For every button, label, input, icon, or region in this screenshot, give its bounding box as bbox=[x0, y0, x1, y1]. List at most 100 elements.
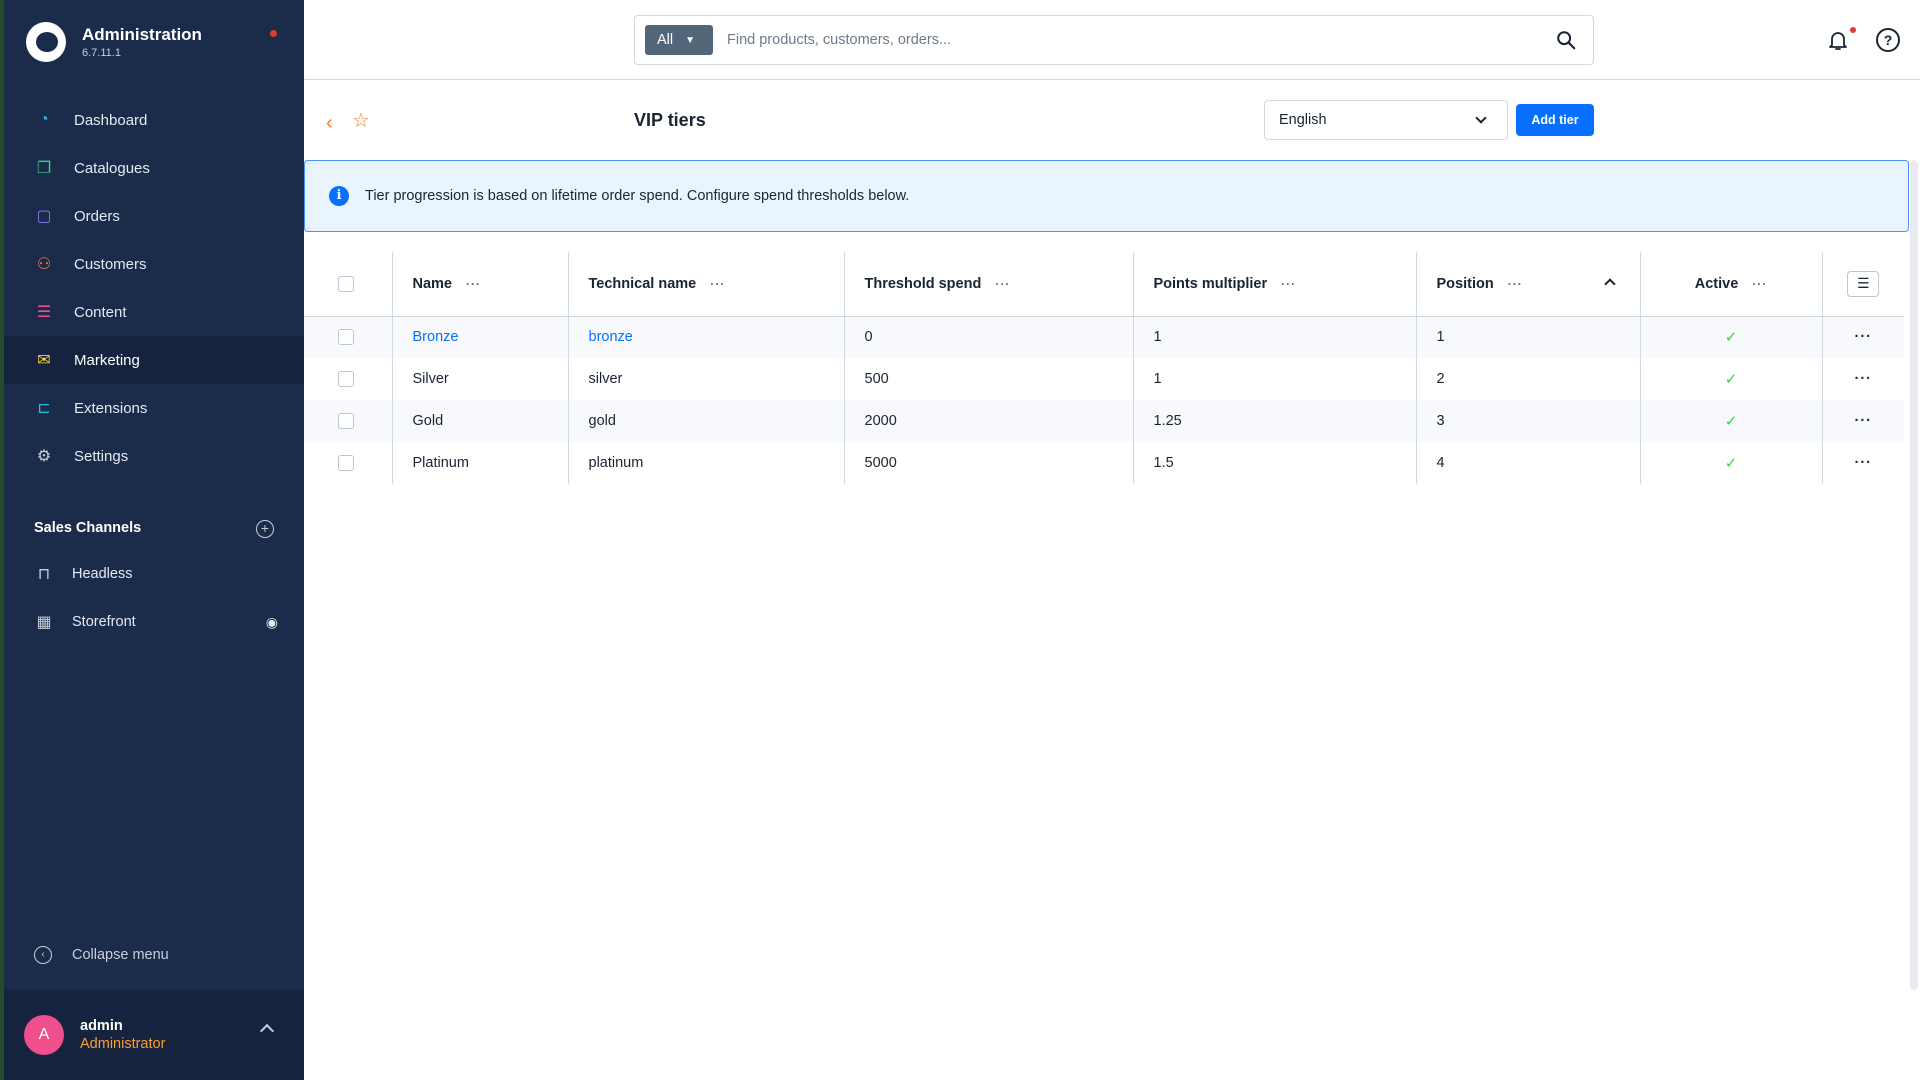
eye-icon[interactable]: ◉ bbox=[266, 614, 278, 631]
column-label: Technical name bbox=[588, 275, 697, 292]
info-icon: i bbox=[329, 186, 349, 206]
table-row[interactable]: Silver silver 500 1 2 ✓ ··· bbox=[304, 358, 1904, 400]
cell-actions: ··· bbox=[1822, 358, 1904, 400]
checkmark-icon: ✓ bbox=[1724, 413, 1738, 430]
notification-dot-icon bbox=[1850, 27, 1856, 33]
tier-name-link[interactable]: Bronze bbox=[413, 329, 459, 345]
sales-channel-storefront[interactable]: ▦ Storefront ◉ bbox=[34, 612, 278, 632]
sales-channel-headless[interactable]: ⊓ Headless bbox=[34, 564, 278, 584]
app-version: 6.7.11.1 bbox=[82, 47, 121, 59]
user-name: admin bbox=[80, 1018, 123, 1034]
nav-item-content[interactable]: ☰ Content bbox=[4, 288, 304, 336]
nav-item-label: Orders bbox=[74, 207, 120, 225]
cell-points-multiplier: 1.25 bbox=[1133, 400, 1417, 442]
technical-name-link[interactable]: bronze bbox=[589, 329, 633, 345]
cell-threshold-spend: 0 bbox=[844, 316, 1134, 358]
cell-active: ✓ bbox=[1640, 358, 1823, 400]
column-header-technical-name[interactable]: Technical name ··· bbox=[568, 252, 845, 316]
brand[interactable]: Administration 6.7.11.1 bbox=[26, 22, 202, 62]
grid-settings-menu-icon[interactable]: ☰ bbox=[1847, 270, 1880, 297]
storefront-icon: ▦ bbox=[36, 614, 52, 631]
vip-tiers-grid: Name ··· Technical name ··· Threshold spen… bbox=[304, 252, 1904, 484]
chevron-down-icon bbox=[1475, 112, 1487, 124]
column-options-icon[interactable]: ··· bbox=[1752, 277, 1767, 291]
column-options-icon[interactable]: ··· bbox=[995, 277, 1010, 291]
sales-channel-label: Storefront bbox=[72, 614, 136, 630]
cell-active: ✓ bbox=[1640, 442, 1823, 484]
add-tier-button[interactable]: Add tier bbox=[1516, 104, 1594, 136]
cell-threshold-spend: 500 bbox=[844, 358, 1134, 400]
select-all-cell bbox=[304, 252, 393, 316]
grid-settings-cell: ☰ bbox=[1822, 252, 1904, 316]
page-title: VIP tiers bbox=[634, 110, 706, 130]
nav-item-label: Customers bbox=[74, 255, 147, 273]
column-header-active[interactable]: Active ··· bbox=[1640, 252, 1823, 316]
nav-item-label: Marketing bbox=[74, 351, 140, 369]
cell-technical-name: bronze bbox=[568, 316, 845, 358]
column-options-icon[interactable]: ··· bbox=[710, 277, 725, 291]
table-row[interactable]: Gold gold 2000 1.25 3 ✓ ··· bbox=[304, 400, 1904, 442]
language-select-value: English bbox=[1279, 112, 1327, 128]
row-checkbox[interactable] bbox=[338, 329, 354, 346]
nav-item-dashboard[interactable]: ◔ Dashboard bbox=[4, 96, 304, 144]
search-input[interactable] bbox=[727, 20, 1547, 60]
row-select-cell bbox=[304, 442, 393, 484]
nav-item-extensions[interactable]: ⊏ Extensions bbox=[4, 384, 304, 432]
nav-item-orders[interactable]: ▢ Orders bbox=[4, 192, 304, 240]
row-actions-icon[interactable]: ··· bbox=[1855, 455, 1873, 471]
search-icon[interactable] bbox=[1555, 29, 1577, 51]
column-options-icon[interactable]: ··· bbox=[1508, 277, 1523, 291]
back-arrow-icon[interactable]: ‹ bbox=[326, 112, 333, 135]
search-type-select[interactable]: All ▼ bbox=[645, 25, 713, 55]
checkmark-icon: ✓ bbox=[1724, 371, 1738, 388]
main-nav: ◔ Dashboard ❐ Catalogues ▢ Orders ⚇ Cust… bbox=[4, 96, 304, 480]
notifications-bell-icon[interactable] bbox=[1826, 28, 1850, 52]
chevron-up-icon[interactable] bbox=[259, 1023, 275, 1039]
row-checkbox[interactable] bbox=[338, 413, 354, 430]
cell-name: Bronze bbox=[392, 316, 569, 358]
nav-item-label: Content bbox=[74, 303, 127, 321]
language-select[interactable]: English bbox=[1264, 100, 1508, 140]
collapse-menu-button[interactable]: ‹ Collapse menu bbox=[34, 946, 169, 964]
nav-item-settings[interactable]: ⚙ Settings bbox=[4, 432, 304, 480]
shopware-logo-icon bbox=[26, 22, 66, 62]
cell-active: ✓ bbox=[1640, 400, 1823, 442]
cell-points-multiplier: 1.5 bbox=[1133, 442, 1417, 484]
row-actions-icon[interactable]: ··· bbox=[1855, 371, 1873, 387]
dashboard-icon: ◔ bbox=[39, 111, 49, 128]
app-title: Administration bbox=[82, 25, 202, 44]
column-header-threshold-spend[interactable]: Threshold spend ··· bbox=[844, 252, 1134, 316]
cell-technical-name: gold bbox=[568, 400, 845, 442]
cell-points-multiplier: 1 bbox=[1133, 358, 1417, 400]
table-row[interactable]: Bronze bronze 0 1 1 ✓ ··· bbox=[304, 316, 1904, 358]
column-header-points-multiplier[interactable]: Points multiplier ··· bbox=[1133, 252, 1417, 316]
checkmark-icon: ✓ bbox=[1724, 329, 1738, 347]
select-all-checkbox[interactable] bbox=[338, 275, 354, 292]
row-actions-icon[interactable]: ··· bbox=[1855, 329, 1873, 345]
row-checkbox[interactable] bbox=[338, 455, 354, 472]
favorite-star-icon[interactable]: ☆ bbox=[352, 108, 370, 133]
nav-item-catalogues[interactable]: ❐ Catalogues bbox=[4, 144, 304, 192]
settings-icon: ⚙ bbox=[36, 448, 52, 465]
user-menu[interactable]: A admin Administrator bbox=[4, 990, 304, 1080]
table-row[interactable]: Platinum platinum 5000 1.5 4 ✓ ··· bbox=[304, 442, 1904, 484]
cell-name: Platinum bbox=[392, 442, 569, 484]
sort-ascending-icon[interactable] bbox=[1603, 278, 1616, 290]
row-checkbox[interactable] bbox=[338, 371, 354, 388]
column-options-icon[interactable]: ··· bbox=[466, 277, 481, 291]
nav-item-label: Settings bbox=[74, 447, 129, 465]
nav-item-marketing[interactable]: ✉ Marketing bbox=[4, 336, 304, 384]
search-type-label: All bbox=[657, 32, 674, 48]
row-actions-icon[interactable]: ··· bbox=[1855, 413, 1873, 429]
top-bar: All ▼ ? bbox=[304, 0, 1920, 80]
cell-position: 2 bbox=[1416, 358, 1641, 400]
column-header-name[interactable]: Name ··· bbox=[392, 252, 569, 316]
column-header-position[interactable]: Position ··· bbox=[1416, 252, 1641, 316]
help-icon[interactable]: ? bbox=[1876, 28, 1900, 52]
column-label: Name bbox=[412, 275, 453, 292]
column-options-icon[interactable]: ··· bbox=[1281, 277, 1296, 291]
chevron-left-icon: ‹ bbox=[34, 946, 52, 964]
vertical-scrollbar[interactable] bbox=[1910, 160, 1918, 990]
nav-item-customers[interactable]: ⚇ Customers bbox=[4, 240, 304, 288]
add-sales-channel-icon[interactable]: + bbox=[256, 520, 274, 538]
